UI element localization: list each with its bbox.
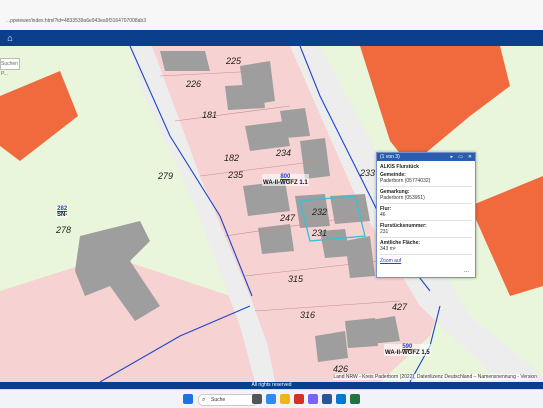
home-icon[interactable]: ⌂ (5, 33, 15, 43)
parcel-label: 182 (224, 153, 240, 163)
close-icon[interactable]: ✕ (468, 153, 472, 161)
plan-text: WA-II-WGFZ 1.1 (263, 180, 308, 186)
search-icon: ⌕ (202, 397, 206, 403)
row-value: Paderborn (053951) (380, 195, 425, 201)
parcel-label: 225 (226, 56, 242, 66)
dock-icon[interactable]: ▭ (458, 153, 463, 161)
row-value: 343 m² (380, 246, 396, 252)
browser-address-bar[interactable]: ...ppviewer/index.html?id=4833539a6e943e… (0, 0, 543, 31)
popup-row: Amtliche Fläche: 343 m² (380, 240, 472, 255)
url-text[interactable]: ...ppviewer/index.html?id=4833539a6e943e… (6, 18, 146, 24)
row-value: Paderborn (05774032) (380, 178, 431, 184)
plan-text: SN- (57, 212, 68, 218)
map-search-input[interactable]: Suchen P... (0, 58, 20, 77)
parcel-label: 181 (202, 110, 218, 120)
parcel-label: 315 (288, 274, 304, 284)
parcel-label: 427 (392, 302, 408, 312)
task-view-icon[interactable] (252, 394, 262, 404)
popup-counter: (1 von 3) (380, 154, 400, 160)
taskbar-search-label: Suche (211, 397, 226, 403)
app-icon[interactable] (308, 394, 318, 404)
windows-taskbar: ⌕ Suche (0, 389, 543, 408)
parcel-label: 316 (300, 310, 316, 320)
more-options-icon[interactable]: ... (464, 268, 469, 274)
parcel-label: 278 (56, 225, 72, 235)
start-icon[interactable] (183, 394, 193, 404)
popup-row: Gemeinde: Paderborn (05774032) (380, 172, 472, 187)
parcel-label: 247 (280, 213, 296, 223)
parcel-label: 233 (360, 168, 376, 178)
popup-row: Gemarkung: Paderborn (053951) (380, 189, 472, 204)
parcel-label: 426 (333, 364, 349, 374)
next-icon[interactable]: ▸ (450, 153, 453, 161)
app-icon[interactable] (294, 394, 304, 404)
popup-row: Flurstücksnummer: 231 (380, 223, 472, 238)
plan-text: WA-II-WGFZ 1.5 (385, 350, 430, 356)
copyright-text: Land NRW - Kreis Paderborn (2022), Daten… (333, 374, 537, 380)
footer-bar: All rights reserved (0, 382, 543, 389)
popup-header: (1 von 3) ▸ ▭ ✕ (377, 153, 475, 161)
popup-row: Flur: 46 (380, 206, 472, 221)
parcel-label: 279 (158, 171, 174, 181)
map-toolbar: ⌂ (0, 30, 543, 46)
parcel-label: 235 (228, 170, 244, 180)
outlook-icon[interactable] (336, 394, 346, 404)
plan-label: 590 WA-II-WGFZ 1.5 (384, 344, 431, 356)
parcel-label: 234 (276, 148, 292, 158)
parcel-label: 232 (312, 207, 328, 217)
zoom-to-link[interactable]: Zoom auf (380, 258, 472, 264)
popup-title: ALKIS Flurstück (380, 164, 419, 170)
edge-icon[interactable] (266, 394, 276, 404)
taskbar-search[interactable]: ⌕ Suche (198, 394, 258, 406)
plan-label: 282 SN- (56, 206, 69, 218)
row-value: 231 (380, 229, 389, 235)
parcel-label: 226 (186, 79, 202, 89)
plan-label: 800 WA-II-WGFZ 1.1 (262, 174, 309, 186)
row-value: 46 (380, 212, 386, 218)
word-icon[interactable] (322, 394, 332, 404)
feature-popup: (1 von 3) ▸ ▭ ✕ ALKIS Flurstück Gemeinde… (376, 152, 476, 278)
excel-icon[interactable] (350, 394, 360, 404)
parcel-label: 231 (312, 228, 328, 238)
explorer-icon[interactable] (280, 394, 290, 404)
